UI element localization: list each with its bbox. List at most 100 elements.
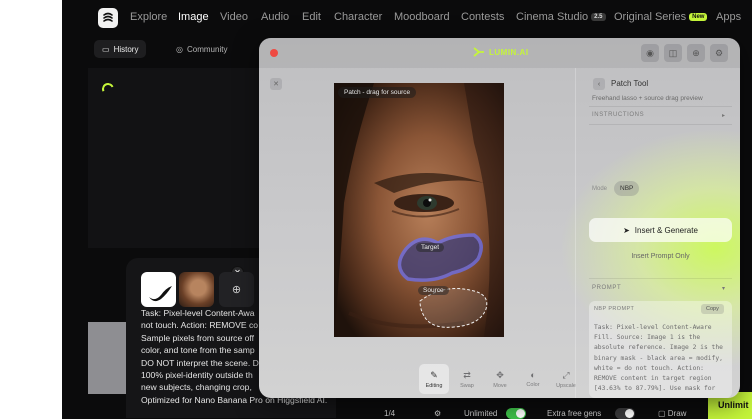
toggle-knob [625,409,634,418]
insert-prompt-only-button[interactable]: Insert Prompt Only [589,247,732,265]
patch-tool-panel: ‹ Patch Tool Freehand lasso + source dra… [584,68,732,398]
nav-image[interactable]: Image [178,11,209,23]
tool-label: Color [526,382,540,388]
tab-history-label: History [113,44,139,54]
globe-icon: ◎ [176,44,183,54]
version-badge: 2.5 [591,13,606,21]
nav-explore[interactable]: Explore [130,11,167,23]
divider [589,106,732,107]
close-window-button[interactable] [270,49,278,57]
prompt-text-line: REMOVE content in target region [594,375,712,383]
bottom-bar: 1/4 ⚙ Unlimited Extra free gens ▢ Draw [62,408,752,419]
back-button[interactable]: ‹ [593,78,605,90]
brand-logo: LUMIN.AI [473,47,529,57]
target-label: Target [416,243,445,252]
prompt-text-line: Task: Pixel-level Content-Aware [594,324,712,331]
top-nav: Explore Image Video Audio Edit Character… [62,0,752,36]
tool-color[interactable]: ◐ Color [518,364,548,394]
divider [589,124,732,125]
reference-thumbnail-1[interactable] [141,272,176,307]
tool-move[interactable]: ✥ Move [485,364,515,394]
prompt-header[interactable]: PROMPT [592,285,621,291]
chevron-left-icon: ‹ [597,80,601,88]
nav-audio[interactable]: Audio [261,11,289,23]
gear-icon[interactable]: ⚙ [710,44,728,62]
move-icon: ✥ [496,369,504,380]
unlimited-label: Unlimited [464,409,498,418]
instructions-header[interactable]: INSTRUCTIONS [592,112,644,118]
app-logo[interactable] [98,8,118,28]
logo-icon [103,12,113,22]
draw-button[interactable]: ▢ Draw [658,409,686,418]
nav-character[interactable]: Character [334,11,382,23]
tab-community-label: Community [186,44,228,54]
nav-video[interactable]: Video [220,11,248,23]
canvas-image[interactable]: Patch - drag for source Target Source [334,83,504,337]
unlimited-toggle[interactable] [506,408,526,419]
nav-edit[interactable]: Edit [302,11,321,23]
chevron-right-icon[interactable]: ▸ [722,112,725,119]
tool-bar: ✎ Editing ⇄ Swap ✥ Move ◐ Color ⤢ Upscale [419,364,583,394]
send-icon: ➤ [623,225,630,235]
mask-preview-icon [149,286,172,302]
nbp-prompt-label: NBP PROMPT [594,306,635,312]
nav-cinema-studio[interactable]: Cinema Studio 2.5 [516,11,606,23]
nav-apps[interactable]: Apps [716,11,741,23]
panel-title: Patch Tool [611,79,649,88]
prompt-text-line: white = do not touch. Action: [594,364,704,372]
chevron-down-icon[interactable]: ▾ [722,285,725,292]
tab-community[interactable]: ◎ Community [168,40,235,58]
mode-selector[interactable]: NBP [614,181,640,196]
patch-tool-modal: LUMIN.AI ◉ ◫ ⊕ ⚙ ✕ Patch - drag for sour… [259,38,740,398]
insert-generate-button[interactable]: ➤ Insert & Generate [589,218,732,242]
nbp-prompt-text[interactable]: Task: Pixel-level Content-Aware Fill. Sou… [594,323,726,394]
tab-history[interactable]: ▭ History [94,40,147,58]
toggle-knob [516,409,525,418]
brand-name: LUMIN.AI [489,47,529,57]
tool-editing[interactable]: ✎ Editing [419,364,449,394]
settings-icon[interactable]: ⚙ [434,409,441,418]
face-illustration [334,83,504,337]
nav-original-series-label: Original Series [614,11,687,23]
copy-button[interactable]: Copy [701,304,724,314]
close-icon[interactable]: ✕ [270,78,282,90]
prompt-text-line: absolute reference. Image 2 is the [594,344,723,352]
eye-icon[interactable]: ◉ [641,44,659,62]
tool-swap[interactable]: ⇄ Swap [452,364,482,394]
insert-generate-label: Insert & Generate [634,225,698,235]
tool-upscale[interactable]: ⤢ Upscale [551,364,581,394]
nav-contests[interactable]: Contests [461,11,504,23]
draw-icon: ▢ [658,409,668,418]
upscale-icon: ⤢ [562,369,570,380]
brand-icon [473,47,484,57]
folder-icon: ▭ [102,44,110,54]
add-image-button[interactable]: ⊕ [219,272,254,307]
prompt-text-line: [43.63% to 87.79%]. Use mask for [594,385,716,393]
pencil-icon: ✎ [430,369,438,380]
zoom-icon[interactable]: ⊕ [687,44,705,62]
tool-label: Editing [425,382,443,389]
nav-moodboard[interactable]: Moodboard [394,11,450,23]
prompt-text-line: Fill. Source: Image 1 is the [594,334,701,342]
nav-original-series[interactable]: Original Series New [614,11,708,23]
panel-divider [575,68,576,398]
swap-icon: ⇄ [463,369,471,380]
tool-label: Upscale [556,382,576,389]
new-badge: New [689,13,708,21]
source-label: Source [418,286,449,295]
reference-thumbnail-2[interactable] [179,272,214,307]
tool-label: Move [493,382,507,389]
extra-free-gens-label: Extra free gens [547,409,602,418]
left-tabs: ▭ History ◎ Community [62,36,262,64]
prompt-text-line: binary mask - black area = modify, [594,354,723,362]
panel-subtitle: Freehand lasso + source drag preview [592,95,703,102]
patch-hint-label: Patch - drag for source [338,87,417,98]
color-icon: ◐ [530,370,536,380]
page-indicator: 1/4 [384,409,396,418]
mode-label: Mode [592,186,608,192]
split-view-icon[interactable]: ◫ [664,44,682,62]
tool-label: Swap [460,382,474,389]
nav-cinema-studio-label: Cinema Studio [516,11,589,23]
extra-free-gens-toggle[interactable] [615,408,635,419]
add-image-icon: ⊕ [231,284,242,296]
